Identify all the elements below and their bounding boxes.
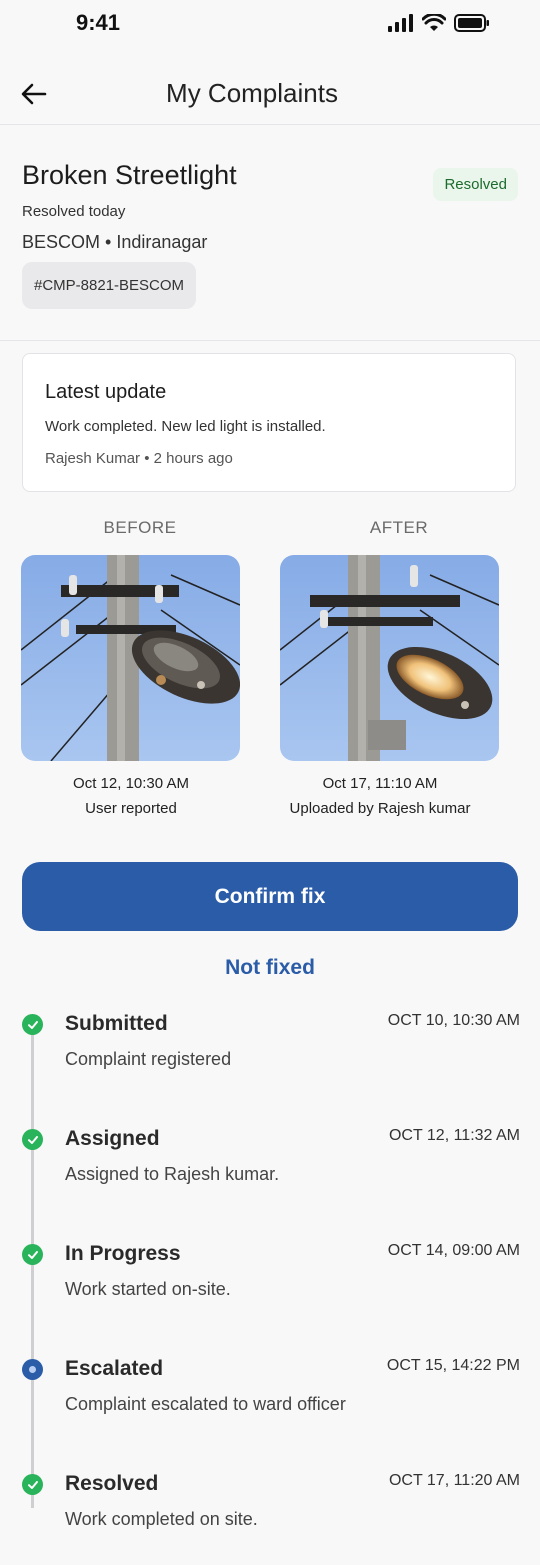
- timeline-item-escalated: Escalated OCT 15, 14:22 PM Complaint esc…: [0, 1345, 540, 1445]
- after-timestamp: Oct 17, 11:10 AM: [322, 775, 438, 792]
- timeline-desc: Work started on-site.: [65, 1279, 231, 1299]
- not-fixed-link[interactable]: Not fixed: [0, 956, 540, 980]
- complaint-id-chip[interactable]: #CMP-8821-BESCOM: [22, 262, 197, 309]
- page-title: My Complaints: [166, 78, 338, 108]
- latest-update-text: Work completed. New led light is install…: [45, 418, 326, 435]
- before-timestamp: Oct 12, 10:30 AM: [73, 775, 189, 792]
- current-step-dot-icon: [22, 1359, 43, 1380]
- wifi-icon: [422, 14, 446, 31]
- timeline-item-submitted: Submitted OCT 10, 10:30 AM Complaint reg…: [0, 1000, 540, 1100]
- timeline-title: Escalated: [65, 1357, 164, 1380]
- before-label: BEFORE: [103, 518, 177, 537]
- battery-icon: [454, 14, 489, 32]
- timeline-desc: Assigned to Rajesh kumar.: [65, 1164, 280, 1184]
- signal-icon: [388, 14, 413, 32]
- timeline-item-assigned: Assigned OCT 12, 11:32 AM Assigned to Ra…: [0, 1115, 540, 1215]
- complaint-header: Broken Streetlight Resolved Resolved tod…: [22, 160, 518, 309]
- timeline-item-in-progress: In Progress OCT 14, 09:00 AM Work starte…: [0, 1230, 540, 1330]
- timeline-time: OCT 10, 10:30 AM: [387, 1012, 520, 1029]
- timeline-desc: Complaint registered: [65, 1049, 232, 1069]
- after-label: AFTER: [369, 518, 429, 537]
- latest-update-title: Latest update: [45, 381, 167, 403]
- check-icon: [22, 1474, 43, 1495]
- status-bar: 9:41: [0, 0, 540, 50]
- check-icon: [22, 1014, 43, 1035]
- before-photo[interactable]: [21, 555, 240, 761]
- after-photo-column: AFTER Oct 17, 11:10 AM Uploaded by Rajes…: [280, 518, 518, 817]
- timeline-item-resolved: Resolved OCT 17, 11:20 AM Work completed…: [0, 1460, 540, 1560]
- timeline-title: In Progress: [65, 1242, 181, 1265]
- check-icon: [22, 1244, 43, 1265]
- timeline-time: OCT 15, 14:22 PM: [386, 1357, 520, 1374]
- latest-update-author: Rajesh Kumar • 2 hours ago: [45, 450, 233, 467]
- timeline-title: Assigned: [65, 1127, 160, 1150]
- timeline-desc: Complaint escalated to ward officer: [65, 1394, 346, 1414]
- timeline-time: OCT 14, 09:00 AM: [387, 1242, 520, 1259]
- timeline-desc: Work completed on site.: [65, 1509, 258, 1529]
- confirm-fix-button[interactable]: Confirm fix: [22, 862, 518, 931]
- timeline-time: OCT 12, 11:32 AM: [388, 1127, 520, 1144]
- timeline-time: OCT 17, 11:20 AM: [388, 1472, 520, 1489]
- resolved-date: Resolved today: [22, 203, 126, 220]
- before-uploader: User reported: [85, 800, 177, 817]
- timeline-title: Resolved: [65, 1472, 159, 1495]
- before-photo-column: BEFORE Oct 12, 10:30 AM User reported: [21, 518, 259, 817]
- timeline-title: Submitted: [65, 1012, 168, 1035]
- status-time: 9:41: [76, 10, 121, 35]
- nav-header: My Complaints: [0, 62, 540, 125]
- after-photo[interactable]: [280, 555, 499, 761]
- complaint-meta: BESCOM • Indiranagar: [22, 232, 208, 252]
- after-uploader: Uploaded by Rajesh kumar: [289, 800, 471, 817]
- divider: [0, 340, 540, 341]
- status-icons: [388, 14, 490, 32]
- latest-update-card: Latest update Work completed. New led li…: [22, 353, 516, 492]
- check-icon: [22, 1129, 43, 1150]
- status-badge: Resolved: [433, 168, 518, 201]
